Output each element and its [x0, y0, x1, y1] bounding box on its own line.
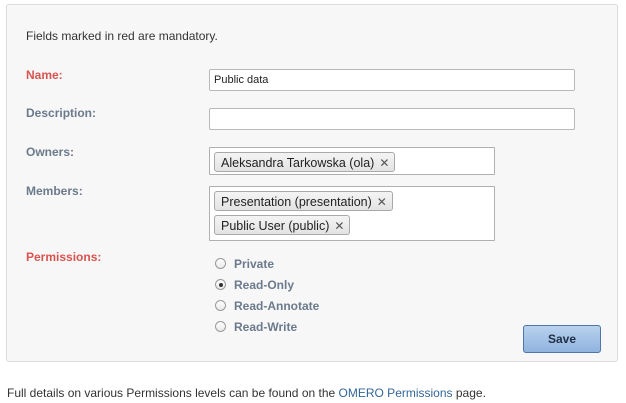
description-label: Description:: [26, 106, 97, 120]
save-button[interactable]: Save: [523, 325, 601, 353]
footer-note: Full details on various Permissions leve…: [7, 386, 486, 400]
group-form-panel: Fields marked in red are mandatory. Name…: [6, 4, 618, 362]
footer-text-after: page.: [452, 386, 486, 400]
member-chip: Presentation (presentation) ✕: [214, 191, 393, 211]
member-chip-label: Presentation (presentation): [221, 195, 372, 209]
permission-option-read-only[interactable]: Read-Only: [215, 274, 319, 295]
close-icon[interactable]: ✕: [377, 192, 387, 212]
radio-label: Read-Write: [234, 319, 298, 334]
radio-label: Private: [234, 256, 275, 271]
permission-option-read-write[interactable]: Read-Write: [215, 316, 319, 337]
radio-label: Read-Annotate: [234, 298, 320, 313]
radio-private[interactable]: [215, 258, 226, 269]
description-input[interactable]: [209, 108, 575, 130]
close-icon[interactable]: ✕: [379, 153, 389, 173]
omero-permissions-link[interactable]: OMERO Permissions: [339, 386, 453, 400]
owner-chip-label: Aleksandra Tarkowska (ola): [221, 156, 375, 170]
footer-text-before: Full details on various Permissions leve…: [7, 386, 339, 400]
radio-label: Read-Only: [234, 277, 295, 292]
name-label: Name:: [26, 68, 63, 82]
members-label: Members:: [26, 184, 83, 198]
owners-label: Owners:: [26, 145, 75, 159]
permissions-label: Permissions:: [26, 250, 102, 264]
owner-chip: Aleksandra Tarkowska (ola) ✕: [214, 152, 396, 173]
name-input[interactable]: [209, 69, 575, 91]
permissions-radio-group: Private Read-Only Read-Annotate Read-Wri…: [215, 253, 319, 337]
member-chip-label: Public User (public): [221, 219, 330, 233]
radio-read-only[interactable]: [215, 279, 226, 290]
permission-option-private[interactable]: Private: [215, 253, 319, 274]
permission-option-read-annotate[interactable]: Read-Annotate: [215, 295, 319, 316]
radio-read-write[interactable]: [215, 321, 226, 332]
mandatory-note: Fields marked in red are mandatory.: [26, 29, 218, 43]
member-chip: Public User (public) ✕: [214, 215, 351, 236]
radio-read-annotate[interactable]: [215, 300, 226, 311]
close-icon[interactable]: ✕: [334, 216, 344, 236]
owners-field[interactable]: Aleksandra Tarkowska (ola) ✕: [209, 147, 495, 175]
members-field[interactable]: Presentation (presentation) ✕ Public User…: [209, 186, 495, 241]
